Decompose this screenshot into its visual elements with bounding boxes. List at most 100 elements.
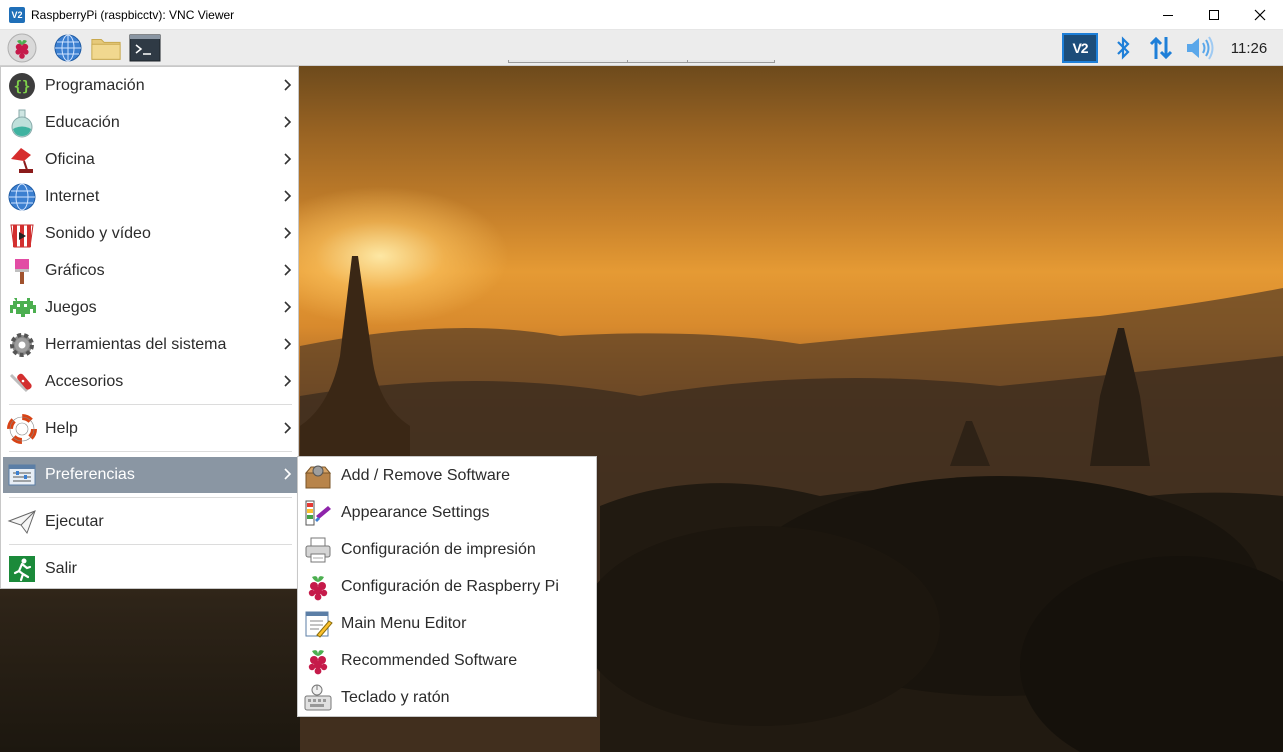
volume-icon [1187,36,1214,60]
menu-item-label: Internet [45,188,100,205]
menu-separator [9,544,292,545]
vnc-toolbar-handle[interactable] [508,60,775,63]
recommended-software-icon [301,644,335,678]
raspberry-pi-menu-icon [7,33,37,63]
menu-item-label: Juegos [45,299,97,316]
menu-item-label: Herramientas del sistema [45,336,227,353]
chevron-right-icon [284,301,292,313]
menu-item-oficina[interactable]: Oficina [3,142,298,178]
submenu-item-add-remove-software[interactable]: Add / Remove Software [299,458,595,494]
vnc-server-icon: V2 [1072,40,1088,56]
menu-item-preferencias[interactable]: Preferencias [3,457,298,493]
web-browser-launcher[interactable] [52,32,84,64]
volume-tray-button[interactable] [1184,33,1216,63]
close-button[interactable] [1237,0,1283,30]
games-icon [5,291,39,325]
chevron-right-icon [284,79,292,91]
preferences-submenu: Add / Remove Software Appearance Setting… [297,456,597,717]
chevron-right-icon [284,153,292,165]
chevron-right-icon [284,375,292,387]
window-title: RaspberryPi (raspbicctv): VNC Viewer [31,7,235,22]
menu-item-salir[interactable]: Salir [3,551,298,587]
menu-item-label: Help [45,420,78,437]
menu-item-label: Educación [45,114,120,131]
menu-item-sonido-video[interactable]: Sonido y vídeo [3,216,298,252]
add-remove-software-icon [301,459,335,493]
submenu-item-recommended-software[interactable]: Recommended Software [299,643,595,679]
chevron-right-icon [284,338,292,350]
graphics-icon [5,254,39,288]
chevron-right-icon [284,468,292,480]
run-icon [5,505,39,539]
preferences-icon [5,458,39,492]
menu-item-label: Salir [45,560,78,577]
chevron-right-icon [284,422,292,434]
vnc-server-tray-button[interactable]: V2 [1062,33,1098,63]
minimize-button[interactable] [1145,0,1191,30]
printer-icon [301,533,335,567]
internet-icon [5,180,39,214]
help-icon [5,412,39,446]
menu-item-help[interactable]: Help [3,411,298,447]
menu-item-herramientas[interactable]: Herramientas del sistema [3,327,298,363]
raspberry-pi-config-icon [301,570,335,604]
web-browser-icon [54,34,82,62]
menu-editor-icon [301,607,335,641]
vnc-icon: V2 [9,6,25,23]
chevron-right-icon [284,116,292,128]
window-title-bar[interactable]: V2 RaspberryPi (raspbicctv): VNC Viewer [0,0,1283,30]
menu-separator [9,497,292,498]
submenu-item-keyboard-mouse[interactable]: Teclado y ratón [299,680,595,716]
submenu-item-label: Appearance Settings [341,504,490,521]
maximize-icon [1209,10,1219,20]
menu-item-educacion[interactable]: Educación [3,105,298,141]
submenu-item-print-settings[interactable]: Configuración de impresión [299,532,595,568]
menu-item-juegos[interactable]: Juegos [3,290,298,326]
submenu-item-label: Configuración de Raspberry Pi [341,578,559,595]
programming-icon: {} [5,69,39,103]
network-tray-button[interactable] [1146,33,1176,63]
menu-item-internet[interactable]: Internet [3,179,298,215]
raspberry-menu-button[interactable] [6,32,38,64]
menu-item-graficos[interactable]: Gráficos [3,253,298,289]
accessories-icon [5,365,39,399]
menu-item-label: Oficina [45,151,95,168]
taskbar: V2 11:26 [0,30,1283,66]
chevron-right-icon [284,227,292,239]
chevron-right-icon [284,264,292,276]
network-icon [1149,36,1173,60]
menu-item-label: Programación [45,77,145,94]
terminal-icon [129,34,161,62]
minimize-icon [1163,15,1173,16]
menu-item-label: Ejecutar [45,513,104,530]
appearance-settings-icon [301,496,335,530]
menu-item-accesorios[interactable]: Accesorios [3,364,298,400]
clock[interactable]: 11:26 [1224,33,1274,63]
file-manager-launcher[interactable] [90,32,122,64]
menu-item-ejecutar[interactable]: Ejecutar [3,504,298,540]
terminal-launcher[interactable] [129,32,161,64]
submenu-item-appearance-settings[interactable]: Appearance Settings [299,495,595,531]
sound-video-icon [5,217,39,251]
menu-item-programacion[interactable]: {} Programación [3,68,298,104]
keyboard-mouse-icon [301,681,335,715]
close-icon [1254,9,1266,21]
chevron-right-icon [284,190,292,202]
bluetooth-tray-button[interactable] [1110,33,1136,63]
submenu-item-raspberry-pi-config[interactable]: Configuración de Raspberry Pi [299,569,595,605]
submenu-item-label: Teclado y ratón [341,689,450,706]
menu-item-label: Gráficos [45,262,105,279]
file-manager-icon [91,39,121,60]
svg-text:{}: {} [14,79,31,95]
submenu-item-label: Main Menu Editor [341,615,467,632]
education-icon [5,106,39,140]
submenu-item-label: Configuración de impresión [341,541,536,558]
main-menu: {} Programación Educación Oficina Intern… [0,66,299,589]
menu-item-label: Preferencias [45,466,135,483]
system-tools-icon [5,328,39,362]
bluetooth-icon [1117,36,1130,60]
maximize-button[interactable] [1191,0,1237,30]
exit-icon [5,552,39,586]
submenu-item-main-menu-editor[interactable]: Main Menu Editor [299,606,595,642]
menu-separator [9,451,292,452]
